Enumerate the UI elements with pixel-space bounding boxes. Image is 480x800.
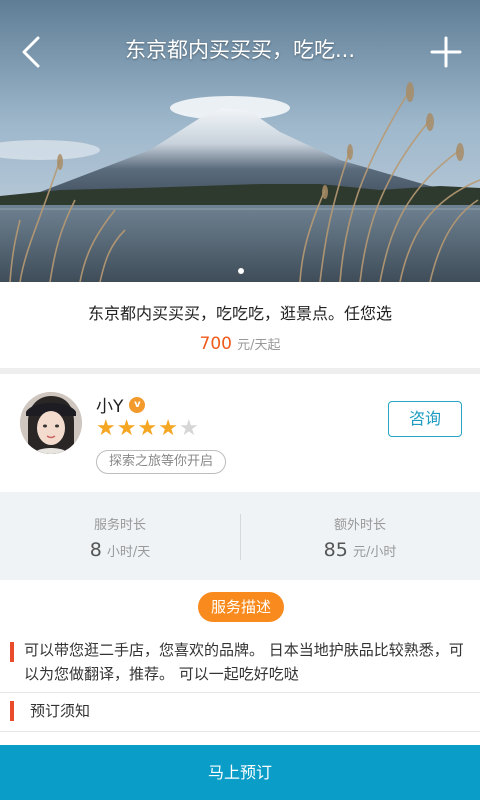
extra-duration-label: 额外时长 — [333, 518, 386, 533]
extra-duration-unit: 元/小时 — [352, 545, 397, 560]
service-description: 可以带您逛二手店，您喜欢的品牌。 日本当地护肤品比较熟悉，可以为您做翻译，推荐。… — [10, 638, 470, 686]
service-stats: 服务时长 8 小时/天 额外时长 85 元/小时 — [0, 492, 480, 580]
page: 东京都内买买买，吃吃... 东京都内买买买，吃吃吃，逛景点。任您选 700 元/… — [0, 0, 480, 800]
rating-stars: ★ ★ ★ ★ ★ — [96, 416, 200, 442]
back-icon — [22, 36, 40, 68]
extra-duration: 额外时长 85 元/小时 — [240, 492, 480, 580]
booking-notice-row[interactable]: 预订须知 — [10, 698, 90, 724]
guide-tag: 探索之旅等你开启 — [96, 450, 227, 474]
add-button[interactable] — [426, 30, 466, 74]
section-marker — [10, 642, 14, 662]
service-description-text: 可以带您逛二手店，您喜欢的品牌。 日本当地护肤品比较熟悉，可以为您做翻译，推荐。… — [24, 641, 464, 683]
divider — [0, 731, 480, 732]
guide-card: 小Y v ★ ★ ★ ★ ★ 探索之旅等你开启 咨询 — [0, 374, 480, 492]
star-empty-icon: ★ — [178, 416, 199, 441]
carousel-indicator-dot[interactable] — [238, 268, 244, 274]
avatar-portrait-icon — [20, 392, 82, 454]
star-filled-icon: ★ — [158, 416, 178, 441]
top-bar: 东京都内买买买，吃吃... — [0, 0, 480, 100]
avatar[interactable] — [20, 392, 82, 454]
back-button[interactable] — [12, 30, 52, 74]
divider — [0, 692, 480, 693]
booking-notice-label: 预订须知 — [30, 702, 91, 720]
consult-button[interactable]: 咨询 — [388, 401, 462, 437]
service-duration: 服务时长 8 小时/天 — [0, 492, 240, 580]
price-unit: 元/天起 — [237, 338, 281, 353]
service-duration-value-row: 8 小时/天 — [0, 539, 240, 561]
service-duration-unit: 小时/天 — [106, 545, 151, 560]
service-duration-label: 服务时长 — [93, 518, 146, 533]
extra-duration-value: 85 — [323, 539, 348, 561]
price-line: 700 元/天起 — [0, 334, 480, 354]
service-duration-value: 8 — [89, 539, 102, 561]
verified-badge-icon: v — [129, 396, 146, 413]
star-filled-icon: ★ — [116, 416, 137, 441]
package-summary: 东京都内买买买，吃吃吃，逛景点。任您选 700 元/天起 — [0, 282, 480, 368]
section-marker — [10, 701, 14, 721]
plus-icon — [430, 36, 462, 68]
page-title: 东京都内买买买，吃吃... — [124, 38, 356, 62]
guide-name-row: 小Y v — [96, 392, 146, 417]
hero-banner[interactable]: 东京都内买买买，吃吃... — [0, 0, 480, 282]
service-description-tab[interactable]: 服务描述 — [198, 592, 284, 622]
guide-name: 小Y — [96, 397, 124, 417]
book-now-button[interactable]: 马上预订 — [0, 745, 480, 800]
package-title: 东京都内买买买，吃吃吃，逛景点。任您选 — [87, 304, 392, 323]
star-filled-icon: ★ — [96, 416, 116, 441]
extra-duration-value-row: 85 元/小时 — [240, 539, 480, 561]
price-value: 700 — [199, 334, 232, 354]
star-filled-icon: ★ — [137, 416, 158, 441]
